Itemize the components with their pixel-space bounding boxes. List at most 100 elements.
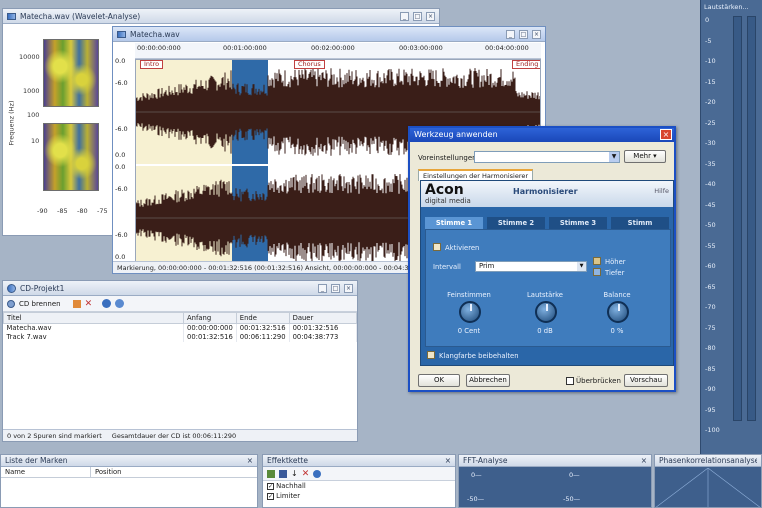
marker-chorus[interactable]: Chorus <box>294 60 325 69</box>
dialog-titlebar[interactable]: Werkzeug anwenden × <box>410 128 674 142</box>
tab-voice-1[interactable]: Stimme 1 <box>425 217 483 229</box>
checkbox-checked-icon[interactable]: ✓ <box>267 483 274 490</box>
fft-tick: 0— <box>471 471 482 479</box>
close-icon[interactable]: × <box>641 456 647 465</box>
delete-icon[interactable]: ✕ <box>302 469 310 479</box>
close-icon[interactable]: × <box>660 129 672 140</box>
wavelet-ytick-4: 10 <box>31 137 40 145</box>
spectrum-icon <box>7 12 16 20</box>
marker-list-panel[interactable]: Liste der Marken × Name Position <box>0 454 258 508</box>
wavelet-xtick-1: -90 <box>37 207 48 215</box>
keep-timbre-checkbox[interactable] <box>427 351 435 359</box>
minimize-icon[interactable]: _ <box>318 283 327 293</box>
fft-tick: -50— <box>467 495 485 503</box>
interval-select[interactable]: Prim ▼ <box>475 261 587 272</box>
cd-titlebar[interactable]: CD-Projekt1 _ □ × <box>3 281 357 296</box>
track-duration: 00:01:32:516 <box>289 323 357 333</box>
track-end: 00:01:32:516 <box>236 323 290 333</box>
column-header[interactable]: Anfang <box>183 312 237 324</box>
preset-label: Voreinstellungen: <box>418 154 479 162</box>
bypass-checkbox[interactable] <box>566 377 574 385</box>
wavelet-xtick-3: -80 <box>77 207 88 215</box>
close-icon[interactable]: × <box>532 29 541 39</box>
effect-item-limiter[interactable]: ✓ Limiter <box>263 491 455 501</box>
add-effect-icon[interactable] <box>267 469 275 478</box>
tab-voice-2[interactable]: Stimme 2 <box>487 217 545 229</box>
save-icon[interactable] <box>279 469 287 478</box>
marker-ending[interactable]: Ending <box>512 60 540 69</box>
column-header[interactable]: Titel <box>3 312 184 324</box>
play-icon[interactable] <box>102 299 112 308</box>
wavelet-titlebar[interactable]: Matecha.wav (Wavelet-Analyse) _ □ × <box>3 9 439 24</box>
checkbox-checked-icon[interactable]: ✓ <box>267 493 274 500</box>
column-header[interactable]: Ende <box>235 312 290 324</box>
editor-titlebar[interactable]: Matecha.wav _ □ × <box>113 27 545 42</box>
cancel-button[interactable]: Abbrechen <box>466 374 510 387</box>
maximize-icon[interactable]: □ <box>519 29 528 39</box>
add-track-icon[interactable] <box>72 299 81 308</box>
timeline-ruler[interactable]: 00:00:00:000 00:01:00:000 00:02:00:000 0… <box>135 43 541 59</box>
effect-item-reverb[interactable]: ✓ Nachhall <box>263 481 455 491</box>
phase-correlation-panel[interactable]: Phasenkorrelationsanalyse <box>654 454 762 508</box>
amplitude-label: 0.0 <box>115 163 126 171</box>
cd-icon <box>7 283 16 293</box>
move-down-icon[interactable]: ↓ <box>291 469 298 478</box>
balance-knob[interactable] <box>607 301 629 323</box>
ok-button[interactable]: OK <box>418 374 460 387</box>
close-icon[interactable]: × <box>344 283 353 293</box>
table-row[interactable]: Track 7.wav 00:01:32:516 00:06:11:290 00… <box>3 332 357 342</box>
table-row[interactable]: Matecha.wav 00:00:00:000 00:01:32:516 00… <box>3 323 357 333</box>
fft-panel[interactable]: FFT-Analyse × 0— -50— 0— -50— <box>458 454 652 508</box>
burn-cd-button[interactable]: CD brennen <box>19 300 61 308</box>
higher-checkbox[interactable] <box>593 257 601 265</box>
cd-status-selection: 0 von 2 Spuren sind markiert <box>7 432 102 440</box>
cd-project-window[interactable]: CD-Projekt1 _ □ × CD brennen ✕ Titel Anf… <box>2 280 358 442</box>
fine-tune-knob[interactable] <box>459 301 481 323</box>
wavelet-title: Matecha.wav (Wavelet-Analyse) <box>20 11 141 21</box>
preview-button[interactable]: Vorschau <box>624 374 668 387</box>
cd-toolbar: CD brennen ✕ <box>3 296 357 312</box>
acon-logo: Acon <box>425 182 464 198</box>
stop-icon[interactable] <box>115 299 125 308</box>
lower-label: Tiefer <box>605 269 625 277</box>
close-icon[interactable]: × <box>426 11 435 21</box>
close-icon[interactable]: × <box>445 456 451 465</box>
marker-intro[interactable]: Intro <box>140 60 164 69</box>
knob-value-volume: 0 dB <box>537 327 553 335</box>
timeline-tick: 00:00:00:000 <box>137 44 181 52</box>
effect-chain-panel[interactable]: Effektkette × ↓ ✕ ✓ Nachhall ✓ Limiter <box>262 454 456 508</box>
chevron-down-icon[interactable]: ▼ <box>577 262 586 271</box>
tab-voice-4[interactable]: Stimm <box>611 217 669 229</box>
knob-label-balance: Balance <box>603 291 631 299</box>
delete-icon[interactable]: ✕ <box>85 299 93 309</box>
apply-tool-dialog[interactable]: Werkzeug anwenden × Voreinstellungen: ▼ … <box>408 126 676 392</box>
column-header[interactable]: Position <box>91 467 121 477</box>
track-duration: 00:04:38:773 <box>289 332 357 342</box>
track-title: Matecha.wav <box>3 323 184 333</box>
chevron-down-icon[interactable]: ▼ <box>609 152 619 162</box>
tab-voice-3[interactable]: Stimme 3 <box>549 217 607 229</box>
volume-knob[interactable] <box>535 301 557 323</box>
close-icon[interactable]: × <box>247 456 253 465</box>
minimize-icon[interactable]: _ <box>506 29 515 39</box>
more-button[interactable]: Mehr ▾ <box>624 150 666 163</box>
help-link[interactable]: Hilfe <box>654 187 669 195</box>
marker-list-titlebar[interactable]: Liste der Marken × <box>1 455 257 467</box>
effect-chain-titlebar[interactable]: Effektkette × <box>263 455 455 467</box>
maximize-icon[interactable]: □ <box>413 11 422 21</box>
column-header[interactable]: Dauer <box>288 312 357 324</box>
activate-checkbox[interactable] <box>433 243 441 251</box>
preset-select[interactable]: ▼ <box>474 151 620 163</box>
play-icon[interactable] <box>313 469 322 478</box>
fft-titlebar[interactable]: FFT-Analyse × <box>459 455 651 467</box>
level-tick: -65 <box>705 282 716 291</box>
column-header[interactable]: Name <box>1 467 91 477</box>
lower-checkbox[interactable] <box>593 268 601 276</box>
level-tick: -45 <box>705 200 716 209</box>
minimize-icon[interactable]: _ <box>400 11 409 21</box>
maximize-icon[interactable]: □ <box>331 283 340 293</box>
knob-label-volume: Lautstärke <box>527 291 563 299</box>
level-tick: -50 <box>705 221 716 229</box>
plugin-name: Harmonisierer <box>513 187 578 196</box>
phase-titlebar[interactable]: Phasenkorrelationsanalyse <box>655 455 761 467</box>
